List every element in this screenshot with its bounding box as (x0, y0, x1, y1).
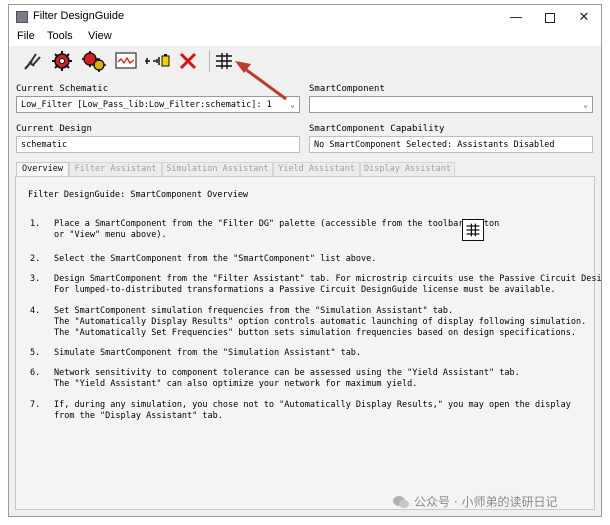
bottom-edge (0, 519, 610, 525)
watermark: 公众号 · 小师弟的读研日记 (392, 493, 557, 510)
watermark-text: 公众号 · 小师弟的读研日记 (414, 495, 558, 509)
annotation-arrow (235, 61, 287, 101)
wechat-icon (393, 495, 409, 508)
